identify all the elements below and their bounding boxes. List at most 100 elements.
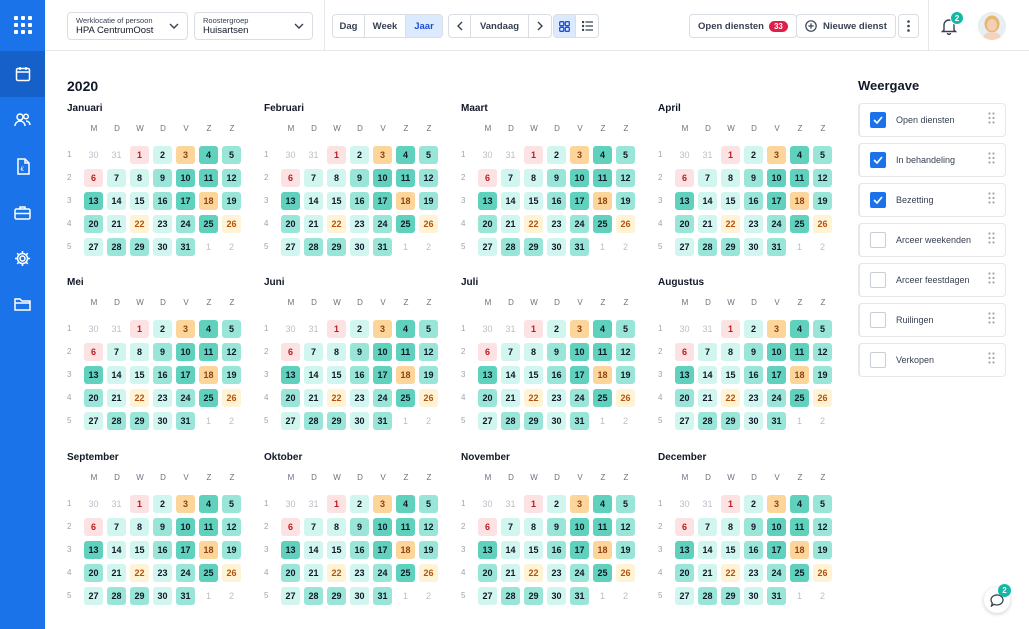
day-cell[interactable]: 25 — [199, 389, 218, 407]
day-cell[interactable]: 27 — [84, 238, 103, 256]
day-cell[interactable]: 20 — [478, 215, 497, 233]
today-button[interactable]: Vandaag — [471, 15, 529, 37]
day-cell[interactable]: 21 — [107, 389, 126, 407]
day-cell[interactable]: 30 — [547, 587, 566, 605]
day-cell[interactable]: 24 — [570, 564, 589, 582]
day-cell[interactable]: 7 — [698, 343, 717, 361]
day-cell[interactable]: 10 — [767, 169, 786, 187]
day-cell[interactable]: 18 — [396, 366, 415, 384]
day-cell[interactable]: 13 — [478, 192, 497, 210]
day-cell[interactable]: 9 — [547, 343, 566, 361]
day-cell[interactable]: 17 — [373, 541, 392, 559]
day-cell[interactable]: 30 — [547, 238, 566, 256]
drag-handle-icon[interactable] — [988, 351, 995, 369]
day-cell[interactable]: 20 — [675, 564, 694, 582]
day-cell[interactable]: 20 — [281, 215, 300, 233]
day-cell[interactable]: 10 — [176, 169, 195, 187]
day-cell[interactable]: 6 — [281, 169, 300, 187]
day-cell[interactable]: 9 — [153, 343, 172, 361]
day-cell[interactable]: 7 — [698, 518, 717, 536]
day-cell[interactable]: 31 — [767, 412, 786, 430]
day-cell[interactable]: 17 — [176, 192, 195, 210]
day-cell[interactable]: 6 — [675, 169, 694, 187]
drag-handle-icon[interactable] — [988, 111, 995, 129]
day-cell[interactable]: 14 — [304, 366, 323, 384]
day-cell[interactable]: 8 — [524, 343, 543, 361]
day-cell[interactable]: 28 — [698, 587, 717, 605]
day-cell[interactable]: 17 — [373, 192, 392, 210]
day-cell[interactable]: 15 — [524, 541, 543, 559]
day-cell[interactable]: 28 — [501, 587, 520, 605]
day-cell[interactable]: 13 — [478, 366, 497, 384]
day-cell[interactable]: 17 — [767, 366, 786, 384]
day-cell[interactable]: 7 — [698, 169, 717, 187]
day-cell[interactable]: 12 — [222, 169, 241, 187]
gear-icon[interactable] — [0, 235, 45, 281]
day-cell[interactable]: 21 — [501, 215, 520, 233]
day-cell[interactable]: 22 — [327, 564, 346, 582]
day-cell[interactable]: 28 — [107, 587, 126, 605]
day-cell[interactable]: 24 — [176, 215, 195, 233]
checkbox-unchecked[interactable] — [870, 312, 886, 328]
day-cell[interactable]: 12 — [813, 343, 832, 361]
day-cell[interactable]: 13 — [281, 366, 300, 384]
day-cell[interactable]: 28 — [304, 412, 323, 430]
day-cell[interactable]: 23 — [547, 389, 566, 407]
day-cell[interactable]: 31 — [767, 238, 786, 256]
day-cell[interactable]: 1 — [327, 146, 346, 164]
group-select[interactable]: Roostergroep Huisartsen — [194, 12, 313, 40]
day-cell[interactable]: 11 — [593, 343, 612, 361]
day-cell[interactable]: 26 — [419, 389, 438, 407]
day-cell[interactable]: 9 — [350, 518, 369, 536]
day-cell[interactable]: 12 — [616, 169, 635, 187]
day-cell[interactable]: 7 — [501, 343, 520, 361]
day-cell[interactable]: 20 — [84, 215, 103, 233]
day-cell[interactable]: 21 — [501, 564, 520, 582]
day-cell[interactable]: 4 — [199, 320, 218, 338]
day-cell[interactable]: 8 — [524, 518, 543, 536]
day-cell[interactable]: 15 — [524, 366, 543, 384]
day-cell[interactable]: 4 — [790, 146, 809, 164]
day-cell[interactable]: 12 — [813, 169, 832, 187]
day-cell[interactable]: 29 — [327, 238, 346, 256]
day-cell[interactable]: 24 — [767, 564, 786, 582]
day-cell[interactable]: 23 — [744, 564, 763, 582]
day-cell[interactable]: 4 — [396, 320, 415, 338]
day-cell[interactable]: 29 — [327, 412, 346, 430]
day-cell[interactable]: 7 — [501, 518, 520, 536]
day-cell[interactable]: 16 — [744, 541, 763, 559]
day-cell[interactable]: 23 — [350, 564, 369, 582]
day-cell[interactable]: 10 — [176, 343, 195, 361]
day-cell[interactable]: 7 — [501, 169, 520, 187]
day-cell[interactable]: 12 — [616, 518, 635, 536]
day-cell[interactable]: 8 — [524, 169, 543, 187]
day-cell[interactable]: 30 — [744, 238, 763, 256]
day-cell[interactable]: 29 — [721, 587, 740, 605]
day-cell[interactable]: 28 — [304, 238, 323, 256]
day-cell[interactable]: 26 — [616, 564, 635, 582]
day-cell[interactable]: 4 — [593, 495, 612, 513]
day-cell[interactable]: 31 — [767, 587, 786, 605]
day-cell[interactable]: 20 — [84, 389, 103, 407]
day-cell[interactable]: 10 — [767, 518, 786, 536]
day-cell[interactable]: 27 — [675, 412, 694, 430]
day-cell[interactable]: 15 — [721, 541, 740, 559]
day-cell[interactable]: 30 — [350, 238, 369, 256]
day-cell[interactable]: 16 — [547, 192, 566, 210]
day-cell[interactable]: 13 — [675, 192, 694, 210]
day-cell[interactable]: 7 — [304, 169, 323, 187]
day-cell[interactable]: 13 — [84, 366, 103, 384]
day-cell[interactable]: 22 — [524, 215, 543, 233]
day-cell[interactable]: 11 — [396, 518, 415, 536]
grid-view-icon[interactable] — [554, 15, 576, 37]
day-cell[interactable]: 21 — [501, 389, 520, 407]
day-cell[interactable]: 30 — [744, 412, 763, 430]
day-cell[interactable]: 12 — [419, 169, 438, 187]
day-cell[interactable]: 3 — [176, 146, 195, 164]
day-cell[interactable]: 9 — [547, 169, 566, 187]
day-cell[interactable]: 23 — [744, 215, 763, 233]
day-cell[interactable]: 27 — [84, 587, 103, 605]
folder-icon[interactable] — [0, 281, 45, 327]
day-cell[interactable]: 23 — [547, 564, 566, 582]
day-cell[interactable]: 29 — [524, 412, 543, 430]
